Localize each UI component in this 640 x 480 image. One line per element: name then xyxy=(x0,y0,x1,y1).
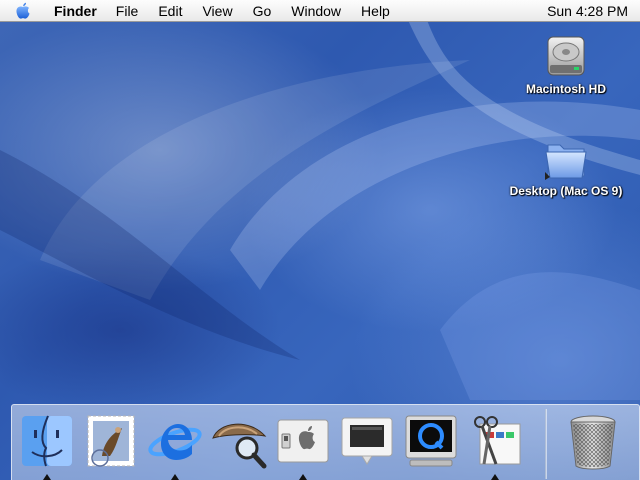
menu-view[interactable]: View xyxy=(192,0,242,22)
menu-edit[interactable]: Edit xyxy=(148,0,192,22)
dock-item-clipping[interactable] xyxy=(466,412,526,474)
clipping-scissors-icon xyxy=(474,416,521,465)
dock-item-internet-explorer[interactable] xyxy=(146,412,206,474)
folder-icon xyxy=(545,144,587,180)
menu-go[interactable]: Go xyxy=(243,0,282,22)
dock-item-system-preferences[interactable] xyxy=(274,412,334,474)
desktop-icon-desktop-mac-os-9[interactable]: Desktop (Mac OS 9) xyxy=(491,136,640,198)
mail-icon xyxy=(87,415,135,467)
internet-explorer-icon xyxy=(148,424,202,460)
menu-file[interactable]: File xyxy=(106,0,149,22)
system-preferences-icon xyxy=(277,419,329,463)
menu-window[interactable]: Window xyxy=(281,0,351,22)
menu-bar: Finder File Edit View Go Window Help Sun… xyxy=(0,0,640,22)
menubar-clock[interactable]: Sun 4:28 PM xyxy=(547,0,628,22)
dock-item-mail[interactable] xyxy=(82,412,142,474)
dock-item-quicktime[interactable] xyxy=(402,412,462,474)
dock-running-indicator xyxy=(491,474,499,480)
dock-item-trash[interactable] xyxy=(564,412,624,474)
apple-menu[interactable] xyxy=(12,0,34,22)
quicktime-icon xyxy=(405,415,457,467)
menu-finder[interactable]: Finder xyxy=(42,0,106,22)
dock-running-indicator xyxy=(171,474,179,480)
dock-item-sherlock[interactable] xyxy=(209,412,269,474)
finder-icon xyxy=(22,415,72,467)
dock xyxy=(11,404,640,480)
menu-help[interactable]: Help xyxy=(351,0,400,22)
apple-logo-icon xyxy=(16,2,30,19)
trash-icon xyxy=(570,415,616,470)
dock-running-indicator xyxy=(43,474,51,480)
desktop-icon-label: Macintosh HD xyxy=(525,82,606,96)
dock-running-indicator xyxy=(299,474,307,480)
dock-item-finder[interactable] xyxy=(18,412,78,474)
dock-separator xyxy=(545,409,547,479)
desktop-icon-macintosh-hd[interactable]: Macintosh HD xyxy=(491,34,640,96)
sherlock-icon xyxy=(212,423,267,469)
monitor-preview-icon xyxy=(341,417,393,465)
hard-drive-icon xyxy=(547,36,585,76)
desktop-icon-label: Desktop (Mac OS 9) xyxy=(509,184,623,198)
dock-item-monitor[interactable] xyxy=(338,412,398,474)
